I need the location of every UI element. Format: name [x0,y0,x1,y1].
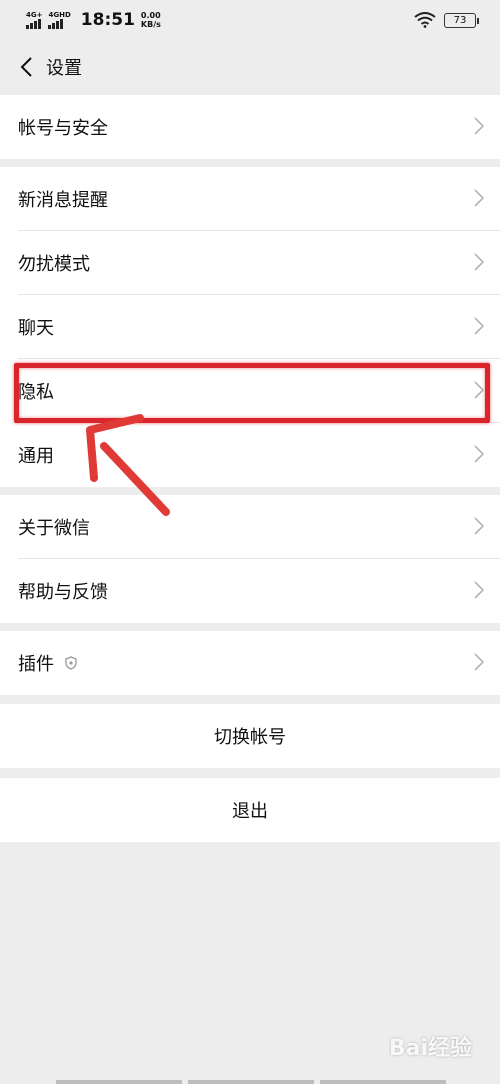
watermark: Bai经验 [388,1036,472,1061]
annotation-arrow-icon [86,414,170,516]
bottom-strip [56,1080,446,1084]
